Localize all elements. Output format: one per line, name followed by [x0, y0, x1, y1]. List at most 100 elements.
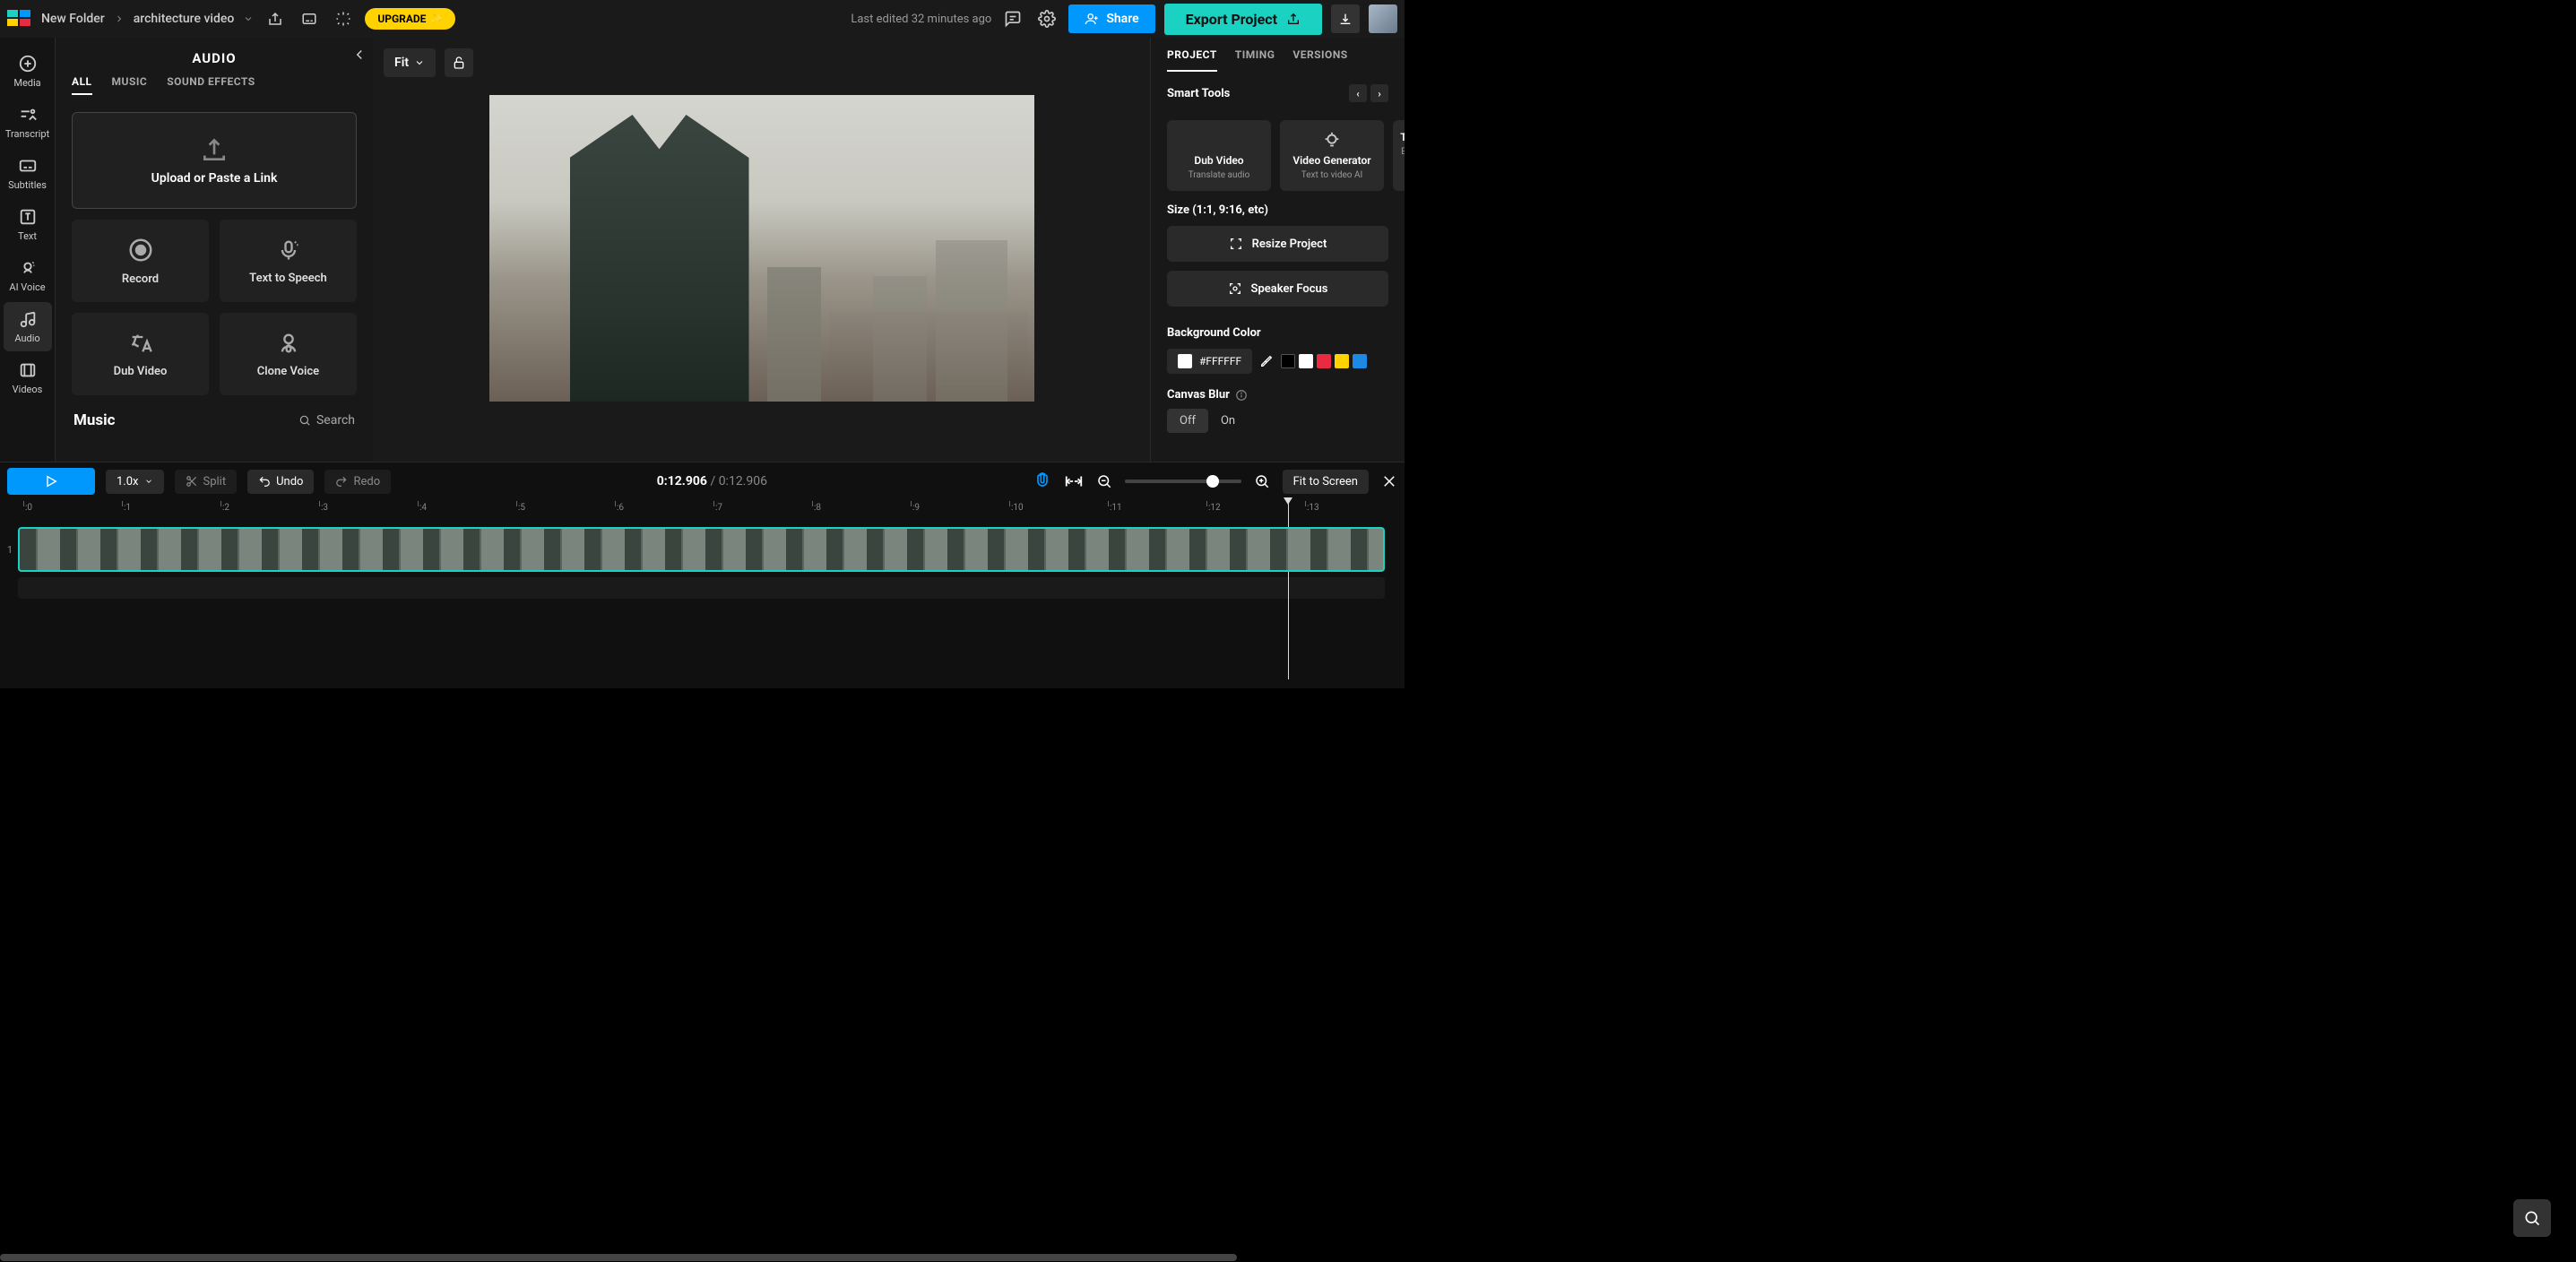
- export-project-button[interactable]: Export Project: [1164, 4, 1322, 35]
- prop-tab-project[interactable]: PROJECT: [1167, 48, 1217, 72]
- snap-icon[interactable]: [1064, 471, 1084, 491]
- topbar: New Folder architecture video UPGRADE ✨ …: [0, 0, 1405, 38]
- info-icon[interactable]: [1235, 389, 1248, 402]
- smart-card-partial[interactable]: T E: [1393, 120, 1405, 191]
- nav-text[interactable]: Text: [4, 200, 52, 249]
- blur-on[interactable]: On: [1208, 409, 1248, 433]
- search-fab[interactable]: [2513, 1199, 2551, 1237]
- duration-sep: /: [710, 474, 718, 488]
- nav-ai-voice[interactable]: AI Voice: [4, 251, 52, 300]
- upgrade-button[interactable]: UPGRADE ✨: [365, 8, 455, 30]
- card-tts[interactable]: Text to Speech: [220, 220, 357, 302]
- export-icon: [1286, 12, 1301, 26]
- user-avatar[interactable]: [1369, 4, 1397, 33]
- video-clip[interactable]: [18, 527, 1385, 572]
- share-button[interactable]: Share: [1068, 4, 1154, 33]
- resize-project-button[interactable]: Resize Project: [1167, 226, 1388, 262]
- nav-subtitles[interactable]: Subtitles: [4, 149, 52, 198]
- search-icon: [298, 414, 311, 427]
- zoom-slider[interactable]: [1125, 480, 1241, 483]
- nav-audio[interactable]: Audio: [4, 302, 52, 351]
- side-content: Upload or Paste a Link Record Text to Sp…: [56, 101, 373, 442]
- ruler-tick: :0: [25, 503, 32, 513]
- comment-icon[interactable]: [1000, 6, 1025, 31]
- play-button[interactable]: [7, 468, 95, 495]
- nav-transcript[interactable]: Transcript: [4, 98, 52, 147]
- ruler-tick: :5: [518, 503, 525, 513]
- bgcolor-heading: Background Color: [1167, 326, 1261, 340]
- upload-icon: [200, 135, 229, 164]
- caption-icon[interactable]: [297, 6, 322, 31]
- breadcrumb-project[interactable]: architecture video: [134, 12, 235, 26]
- timeline-area: 1.0x Split Undo Redo 0:12.906 / 0:12.906…: [0, 462, 1405, 688]
- smart-next-button[interactable]: ›: [1370, 84, 1388, 102]
- download-button[interactable]: [1331, 4, 1360, 33]
- undo-button[interactable]: Undo: [247, 470, 314, 494]
- properties-panel: PROJECT TIMING VERSIONS Smart Tools ‹ › …: [1150, 38, 1405, 462]
- fit-to-screen-button[interactable]: Fit to Screen: [1283, 470, 1369, 494]
- card-dub-video[interactable]: Dub Video: [72, 313, 209, 395]
- smart-prev-button[interactable]: ‹: [1349, 84, 1367, 102]
- current-time: 0:12.906: [657, 474, 707, 488]
- card-clone-voice[interactable]: Clone Voice: [220, 313, 357, 395]
- side-panel: AUDIO ALL MUSIC SOUND EFFECTS Upload or …: [56, 38, 373, 462]
- size-section: Size (1:1, 9:16, etc) Resize Project Spe…: [1151, 191, 1405, 314]
- preset-yellow[interactable]: [1335, 354, 1349, 368]
- zoom-out-icon[interactable]: [1096, 473, 1112, 489]
- music-search[interactable]: Search: [298, 413, 355, 428]
- prop-tab-timing[interactable]: TIMING: [1235, 48, 1275, 72]
- nav-videos[interactable]: Videos: [4, 353, 52, 402]
- timeline-ruler[interactable]: :0:1:2:3:4:5:6:7:8:9:10:11:12:13: [20, 500, 1405, 520]
- smart-card-video-gen[interactable]: Video Generator Text to video AI: [1280, 120, 1384, 191]
- fit-dropdown[interactable]: Fit: [384, 48, 436, 77]
- ruler-tick: :6: [617, 503, 624, 513]
- nav-media[interactable]: Media: [4, 47, 52, 96]
- search-icon: [2523, 1209, 2541, 1227]
- side-panel-title: AUDIO: [56, 38, 373, 75]
- settings-gear-icon[interactable]: [1034, 6, 1059, 31]
- collapse-panel-button[interactable]: [351, 47, 367, 66]
- video-preview[interactable]: [489, 95, 1034, 402]
- speaker-focus-button[interactable]: Speaker Focus: [1167, 271, 1388, 307]
- magnet-icon[interactable]: [1033, 472, 1051, 490]
- duration: 0:12.906: [719, 474, 767, 488]
- blur-off[interactable]: Off: [1167, 409, 1208, 433]
- smart-card-dub[interactable]: Dub Video Translate audio: [1167, 120, 1271, 191]
- track-row-1: 1: [4, 527, 1385, 572]
- focus-icon: [1228, 281, 1242, 296]
- side-tab-all[interactable]: ALL: [72, 75, 92, 95]
- preset-white[interactable]: [1299, 354, 1313, 368]
- chevron-down-icon[interactable]: [243, 13, 254, 24]
- side-tab-music[interactable]: MUSIC: [112, 75, 148, 95]
- scrollbar-thumb[interactable]: [0, 1254, 1237, 1261]
- main-area: Media Transcript Subtitles Text AI Voice…: [0, 38, 1405, 462]
- upload-box[interactable]: Upload or Paste a Link: [72, 112, 357, 209]
- zoom-in-icon[interactable]: [1254, 473, 1270, 489]
- empty-track[interactable]: [18, 577, 1385, 599]
- color-input[interactable]: #FFFFFF: [1167, 349, 1252, 374]
- upload-label: Upload or Paste a Link: [151, 171, 278, 186]
- ruler-tick: :8: [814, 503, 821, 513]
- redo-button[interactable]: Redo: [324, 470, 391, 494]
- card-record[interactable]: Record: [72, 220, 209, 302]
- prop-tab-versions[interactable]: VERSIONS: [1292, 48, 1347, 72]
- preset-black[interactable]: [1281, 354, 1295, 368]
- color-row: #FFFFFF: [1151, 340, 1405, 385]
- preset-blue[interactable]: [1353, 354, 1367, 368]
- side-tab-sound-effects[interactable]: SOUND EFFECTS: [167, 75, 255, 95]
- breadcrumb-folder[interactable]: New Folder: [41, 12, 105, 26]
- speed-button[interactable]: 1.0x: [106, 470, 164, 494]
- share-arrow-icon[interactable]: [263, 6, 288, 31]
- eyedropper-icon[interactable]: [1259, 354, 1274, 368]
- app-logo[interactable]: [7, 10, 32, 28]
- sparkle-icon[interactable]: [331, 6, 356, 31]
- zoom-thumb[interactable]: [1206, 475, 1219, 488]
- preset-red[interactable]: [1317, 354, 1331, 368]
- split-button[interactable]: Split: [175, 470, 238, 494]
- close-timeline-icon[interactable]: [1381, 473, 1397, 489]
- chevron-down-icon: [414, 57, 425, 68]
- lock-button[interactable]: [445, 48, 473, 77]
- horizontal-scrollbar[interactable]: [0, 1253, 2576, 1262]
- upgrade-label: UPGRADE: [377, 13, 426, 25]
- canvas-toolbar: Fit: [373, 38, 1150, 88]
